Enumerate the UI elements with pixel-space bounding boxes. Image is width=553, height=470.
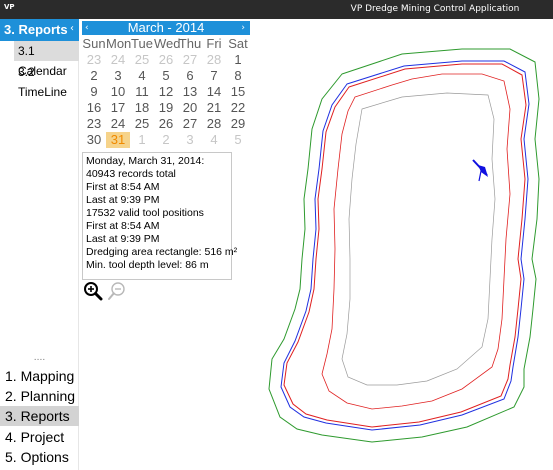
calendar-day[interactable]: 27 [178, 52, 202, 68]
sidebar: 3. Reports ‹ 3.1 Calendar 3.2 TimeLine .… [0, 19, 79, 470]
calendar-day[interactable]: 22 [226, 100, 250, 116]
calendar-day[interactable]: 1 [226, 52, 250, 68]
calendar-day[interactable]: 17 [106, 100, 130, 116]
weekday-label: Mon [106, 36, 132, 51]
summary-line: Last at 9:39 PM [86, 233, 160, 245]
title-bar: VP VP Dredge Mining Control Application [0, 0, 553, 19]
calendar-day[interactable]: 23 [82, 116, 106, 132]
calendar-grid: Sun Mon Tue Wed Thu Fri Sat 23 24 25 26 … [82, 36, 250, 148]
summary-line: Monday, March 31, 2014: [86, 155, 205, 167]
calendar-day[interactable]: 1 [130, 132, 154, 148]
weekday-label: Tue [131, 36, 153, 51]
calendar-day[interactable]: 10 [106, 84, 130, 100]
nav-item-reports[interactable]: 3. Reports [0, 406, 79, 426]
outer-boundary [268, 48, 540, 443]
calendar-day[interactable]: 28 [202, 116, 226, 132]
splitter-grip[interactable]: .... [0, 354, 79, 363]
calendar-day[interactable]: 2 [154, 132, 178, 148]
window-title: VP Dredge Mining Control Application [350, 4, 520, 14]
summary-line: Last at 9:39 PM [86, 194, 160, 206]
summary-line: First at 8:54 AM [86, 181, 160, 193]
collapse-arrow-icon[interactable]: ‹ [70, 23, 74, 34]
day-summary-panel: Monday, March 31, 2014: 40943 records to… [82, 152, 238, 280]
dredge-track-red [283, 63, 527, 428]
calendar-day[interactable]: 27 [178, 116, 202, 132]
calendar-day[interactable]: 29 [226, 116, 250, 132]
calendar-day[interactable]: 16 [82, 100, 106, 116]
calendar-day[interactable]: 7 [202, 68, 226, 84]
nav-item-project[interactable]: 4. Project [0, 427, 79, 447]
nav-item-options[interactable]: 5. Options [0, 447, 79, 467]
calendar-day[interactable]: 14 [202, 84, 226, 100]
summary-line: 17532 valid tool positions [86, 207, 204, 219]
calendar-day[interactable]: 26 [154, 116, 178, 132]
nav-item-planning[interactable]: 2. Planning [0, 386, 79, 406]
calendar-day[interactable]: 24 [106, 116, 130, 132]
calendar-day[interactable]: 21 [202, 100, 226, 116]
calendar: ‹ March - 2014 › Sun Mon Tue Wed Thu Fri… [82, 21, 250, 149]
section-header-label: 3. Reports [4, 22, 68, 37]
weekday-label: Sat [228, 36, 248, 51]
calendar-day[interactable]: 15 [226, 84, 250, 100]
calendar-day[interactable]: 4 [130, 68, 154, 84]
summary-line: Dredging area rectangle: 516 m² [86, 246, 238, 258]
calendar-day[interactable]: 8 [226, 68, 250, 84]
map-view[interactable] [252, 19, 553, 470]
sub-item-timeline[interactable]: 3.2 TimeLine [14, 62, 79, 99]
summary-line: First at 8:54 AM [86, 220, 160, 232]
calendar-day[interactable]: 3 [178, 132, 202, 148]
sub-item-calendar[interactable]: 3.1 Calendar [14, 41, 79, 78]
calendar-day[interactable]: 5 [226, 132, 250, 148]
weekday-label: Fri [206, 36, 222, 51]
calendar-day[interactable]: 6 [178, 68, 202, 84]
next-month-icon[interactable]: › [241, 21, 245, 35]
inner-boundary [341, 92, 496, 386]
section-header-reports[interactable]: 3. Reports ‹ [0, 19, 79, 41]
calendar-day[interactable]: 12 [154, 84, 178, 100]
nav-item-mapping[interactable]: 1. Mapping [0, 366, 79, 386]
dredge-marker-icon [472, 159, 488, 182]
calendar-day[interactable]: 18 [130, 100, 154, 116]
calendar-day[interactable]: 5 [154, 68, 178, 84]
calendar-day[interactable]: 13 [178, 84, 202, 100]
calendar-day[interactable]: 11 [130, 84, 154, 100]
summary-line: Min. tool depth level: 86 m [86, 259, 209, 271]
calendar-day[interactable]: 19 [154, 100, 178, 116]
calendar-day[interactable]: 23 [82, 52, 106, 68]
calendar-day[interactable]: 2 [82, 68, 106, 84]
calendar-header: ‹ March - 2014 › [82, 21, 250, 35]
calendar-day[interactable]: 20 [178, 100, 202, 116]
weekday-label: Thu [178, 36, 202, 51]
summary-line: 40943 records total [86, 168, 176, 180]
red-inner-line [321, 73, 511, 410]
calendar-day[interactable]: 25 [130, 116, 154, 132]
weekday-label: Wed [154, 36, 181, 51]
zoom-in-icon[interactable] [83, 281, 103, 301]
app-icon: VP [4, 3, 15, 11]
weekday-label: Sun [82, 36, 106, 51]
calendar-day[interactable]: 25 [130, 52, 154, 68]
calendar-day[interactable]: 9 [82, 84, 106, 100]
calendar-day[interactable]: 24 [106, 52, 130, 68]
calendar-day[interactable]: 4 [202, 132, 226, 148]
calendar-month-label[interactable]: March - 2014 [82, 21, 250, 35]
calendar-day-selected[interactable]: 31 [106, 132, 130, 148]
calendar-day[interactable]: 30 [82, 132, 106, 148]
calendar-day[interactable]: 3 [106, 68, 130, 84]
calendar-day[interactable]: 28 [202, 52, 226, 68]
calendar-day[interactable]: 26 [154, 52, 178, 68]
zoom-out-icon[interactable] [107, 281, 127, 301]
